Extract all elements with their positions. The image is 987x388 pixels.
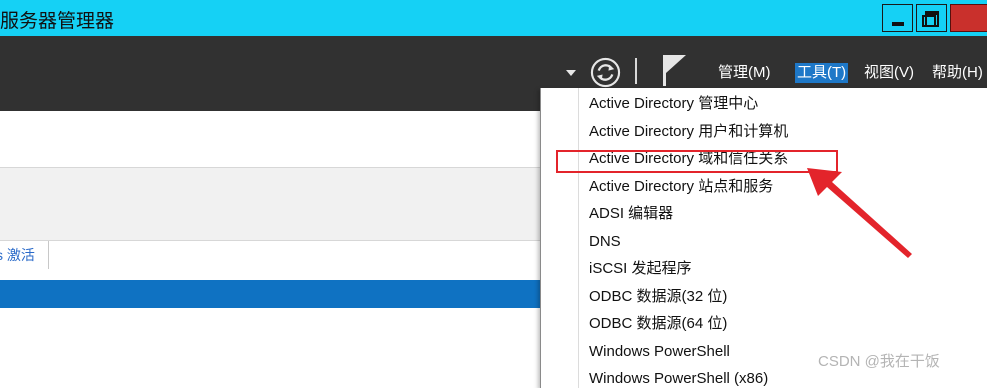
menu-item-ad-admin-center[interactable]: Active Directory 管理中心: [589, 94, 758, 114]
menu-item-adsi-edit[interactable]: ADSI 编辑器: [589, 204, 673, 224]
minimize-button[interactable]: [882, 4, 913, 32]
menu-item-ad-users-computers[interactable]: Active Directory 用户和计算机: [589, 122, 788, 142]
menu-item-odbc-64[interactable]: ODBC 数据源(64 位): [589, 314, 727, 334]
menu-icon-gutter: [578, 88, 579, 388]
menu-manage[interactable]: 管理(M): [716, 63, 773, 83]
refresh-icon[interactable]: [590, 57, 621, 88]
menu-help[interactable]: 帮助(H): [930, 63, 985, 83]
flag-icon[interactable]: [660, 53, 688, 87]
menu-item-dns[interactable]: DNS: [589, 232, 621, 252]
menu-item-powershell[interactable]: Windows PowerShell: [589, 342, 730, 362]
toolbar-separator: [635, 58, 637, 84]
tools-dropdown-menu: Active Directory 管理中心 Active Directory 用…: [540, 88, 987, 388]
menu-item-ad-sites-services[interactable]: Active Directory 站点和服务: [589, 177, 773, 197]
title-bar: 服务器管理器: [0, 0, 987, 36]
maximize-icon: [925, 11, 939, 27]
menu-item-iscsi-initiator[interactable]: iSCSI 发起程序: [589, 259, 692, 279]
minimize-icon: [892, 22, 904, 26]
tab-activation[interactable]: s 激活: [0, 241, 49, 269]
menu-view[interactable]: 视图(V): [862, 63, 916, 83]
window-title: 服务器管理器: [0, 11, 115, 32]
selected-row[interactable]: [0, 280, 540, 308]
highlight-box: [556, 150, 838, 173]
tab-label: s 激活: [0, 247, 35, 263]
watermark: CSDN @我在干饭: [818, 353, 940, 370]
content-header: [0, 111, 540, 168]
maximize-button[interactable]: [916, 4, 947, 32]
dropdown-caret-icon[interactable]: [566, 70, 576, 76]
close-button[interactable]: [950, 4, 987, 32]
content-banner: [0, 168, 540, 241]
menu-tools[interactable]: 工具(T): [795, 63, 849, 83]
menu-item-odbc-32[interactable]: ODBC 数据源(32 位): [589, 287, 727, 307]
